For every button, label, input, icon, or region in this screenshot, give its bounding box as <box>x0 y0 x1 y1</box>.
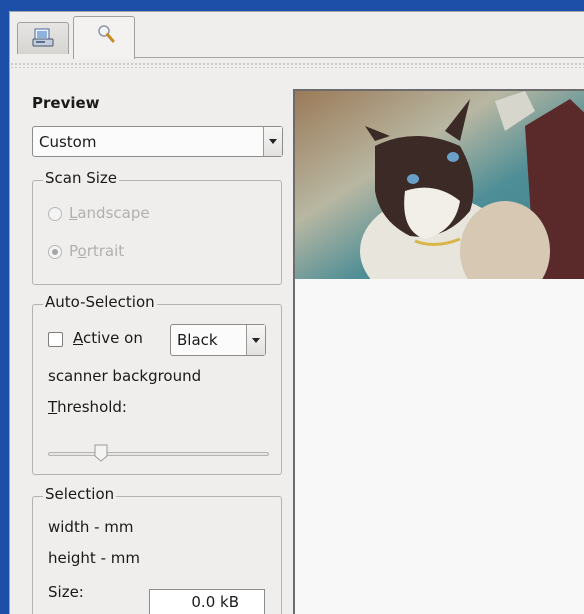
background-color-value: Black <box>177 331 218 349</box>
scan-size-group <box>32 180 282 285</box>
selection-legend: Selection <box>43 485 117 503</box>
selection-width: width - mm <box>48 518 134 536</box>
portrait-radio[interactable] <box>48 245 62 259</box>
threshold-label: Threshold: <box>48 398 127 416</box>
active-on-label: Active on <box>73 329 143 347</box>
threshold-slider-handle[interactable] <box>94 444 108 462</box>
portrait-label: Portrait <box>69 242 125 260</box>
size-value-field: 0.0 kB <box>149 589 265 614</box>
preview-title: Preview <box>32 94 100 112</box>
landscape-radio[interactable] <box>48 207 62 221</box>
chevron-down-icon[interactable] <box>263 127 282 156</box>
tab-strip <box>10 12 584 59</box>
preview-image <box>295 91 584 279</box>
background-color-dropdown[interactable]: Black <box>170 324 266 356</box>
auto-selection-legend: Auto-Selection <box>43 293 157 311</box>
scanner-background-label: scanner background <box>48 367 202 385</box>
scanner-window: Preview Custom Scan Size Landscape Portr… <box>9 11 584 614</box>
size-label: Size: <box>48 583 84 601</box>
separator <box>10 62 584 68</box>
chevron-down-icon[interactable] <box>246 325 265 355</box>
tab-scan[interactable] <box>17 22 69 54</box>
tab-preview[interactable] <box>73 16 135 59</box>
magnifier-icon <box>98 25 115 43</box>
tab-divider <box>134 57 584 58</box>
active-checkbox[interactable] <box>48 332 63 347</box>
preview-canvas[interactable] <box>293 89 584 614</box>
preset-dropdown[interactable]: Custom <box>32 126 283 157</box>
landscape-label: Landscape <box>69 204 150 222</box>
threshold-slider-track[interactable] <box>48 452 269 456</box>
scan-size-legend: Scan Size <box>43 169 120 187</box>
selection-height: height - mm <box>48 549 140 567</box>
preset-value: Custom <box>39 132 97 151</box>
scanner-icon <box>32 28 54 47</box>
